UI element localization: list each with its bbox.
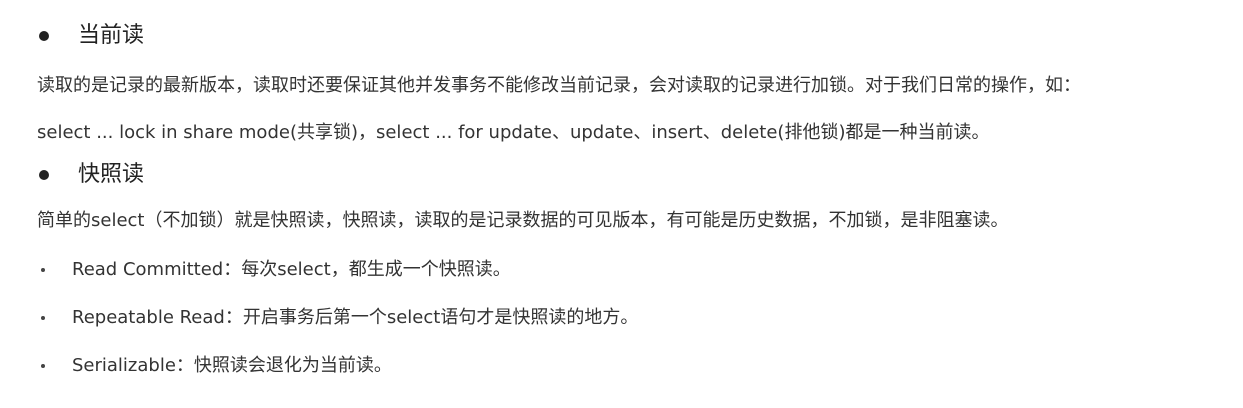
current-read-examples: select ... lock in share mode(共享锁)，selec… bbox=[37, 122, 990, 143]
bullet-dot-icon bbox=[39, 170, 49, 180]
list-item-read-committed: Read Committed：每次select，都生成一个快照读。 bbox=[72, 259, 511, 280]
current-read-description: 读取的是记录的最新版本，读取时还要保证其他并发事务不能修改当前记录，会对读取的记… bbox=[37, 75, 1081, 96]
list-item-repeatable-read: Repeatable Read：开启事务后第一个select语句才是快照读的地方… bbox=[72, 307, 639, 328]
snapshot-read-description: 简单的select（不加锁）就是快照读，快照读，读取的是记录数据的可见版本，有可… bbox=[37, 210, 1009, 231]
list-bullet-icon bbox=[41, 316, 45, 320]
bullet-dot-icon bbox=[39, 31, 49, 41]
section-heading-snapshot-read: 快照读 bbox=[78, 162, 145, 187]
list-item-serializable: Serializable：快照读会退化为当前读。 bbox=[72, 355, 392, 376]
section-heading-current-read: 当前读 bbox=[78, 23, 145, 48]
list-bullet-icon bbox=[41, 268, 45, 272]
list-bullet-icon bbox=[41, 364, 45, 368]
